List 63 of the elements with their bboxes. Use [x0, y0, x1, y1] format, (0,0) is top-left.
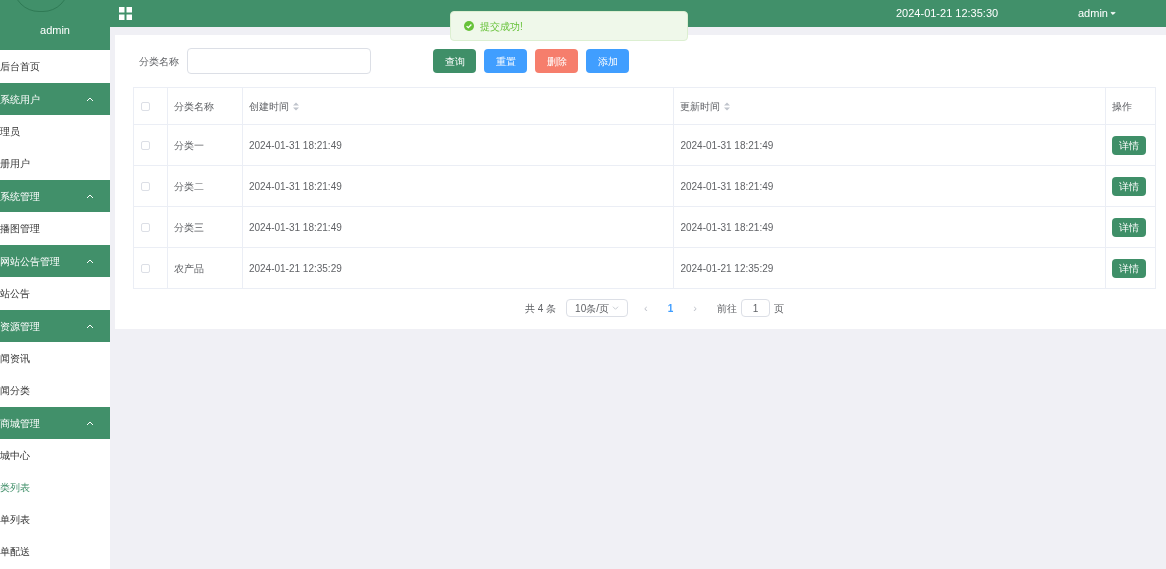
- search-field[interactable]: [187, 48, 371, 74]
- menu-group[interactable]: 系统管理: [0, 179, 110, 212]
- menu-item[interactable]: 单配送: [0, 535, 110, 567]
- action-button[interactable]: 查询: [433, 49, 476, 73]
- column-header[interactable]: 分类名称: [174, 98, 214, 114]
- grid-icon[interactable]: [119, 7, 132, 20]
- checkbox[interactable]: [141, 181, 150, 191]
- column-header[interactable]: 更新时间: [680, 98, 721, 114]
- field-label: 分类名称: [139, 54, 179, 69]
- table-cell: 2024-01-31 18:21:49: [248, 221, 342, 233]
- column-header[interactable]: 操作: [1111, 98, 1132, 114]
- caret-icon: [1109, 11, 1116, 16]
- menu-item[interactable]: 单列表: [0, 503, 110, 535]
- menu-item[interactable]: 播图管理: [0, 212, 110, 244]
- toast-message: 提交成功!: [480, 19, 523, 34]
- checkbox[interactable]: [141, 101, 150, 111]
- details-button[interactable]: 详情: [1111, 217, 1146, 237]
- table-cell: 农产品: [174, 262, 204, 274]
- table-cell: 2024-01-31 18:21:49: [680, 139, 774, 151]
- menu-item[interactable]: 册用户: [0, 147, 110, 179]
- page-number[interactable]: 1: [667, 300, 674, 316]
- menu-item[interactable]: 后台首页: [0, 50, 110, 82]
- table-cell: 分类三: [174, 221, 204, 233]
- action-button[interactable]: 重置: [484, 49, 527, 73]
- menu-group[interactable]: 资源管理: [0, 309, 110, 342]
- sort-icon[interactable]: [724, 101, 731, 111]
- menu-item[interactable]: 闻分类: [0, 374, 110, 406]
- menu-item[interactable]: 站公告: [0, 277, 110, 309]
- table-cell: 2024-01-21 12:35:29: [680, 262, 774, 274]
- menu-group[interactable]: 商城管理: [0, 406, 110, 439]
- details-button[interactable]: 详情: [1111, 135, 1146, 155]
- user-menu[interactable]: admin: [1078, 5, 1116, 22]
- details-button[interactable]: 详情: [1111, 258, 1146, 278]
- menu-item[interactable]: 理员: [0, 115, 110, 147]
- menu-item[interactable]: 闻资讯: [0, 342, 110, 374]
- table-cell: 2024-01-31 18:21:49: [248, 180, 342, 192]
- goto-label: 前往: [717, 301, 737, 316]
- menu-item[interactable]: 类列表: [0, 471, 110, 503]
- sort-icon[interactable]: [292, 101, 299, 111]
- action-button[interactable]: 添加: [586, 49, 629, 73]
- goto-suffix: 页: [774, 301, 784, 316]
- table-cell: 分类二: [174, 180, 204, 192]
- details-button[interactable]: 详情: [1111, 176, 1146, 196]
- table-cell: 2024-01-31 18:21:49: [248, 139, 342, 151]
- column-header[interactable]: 创建时间: [248, 98, 289, 114]
- checkbox[interactable]: [141, 263, 150, 273]
- menu-group[interactable]: 系统用户: [0, 82, 110, 115]
- user-name: admin: [40, 22, 70, 38]
- checkbox[interactable]: [141, 140, 150, 150]
- table-cell: 2024-01-31 18:21:49: [680, 180, 774, 192]
- table-cell: 2024-01-31 18:21:49: [680, 221, 774, 233]
- menu-group[interactable]: 网站公告管理: [0, 244, 110, 277]
- page-size-select[interactable]: 10条/页: [566, 299, 629, 317]
- checkbox[interactable]: [141, 222, 150, 232]
- table-cell: 2024-01-21 12:35:29: [248, 262, 342, 274]
- menu-item[interactable]: 城中心: [0, 439, 110, 471]
- table-cell: 分类一: [174, 139, 204, 151]
- total-count: 共 4 条: [525, 301, 557, 316]
- chevron-down-icon: [612, 305, 620, 311]
- date-time: 2024-01-21 12:35:30: [896, 6, 999, 22]
- action-button[interactable]: 删除: [535, 49, 578, 73]
- page-input[interactable]: 1: [741, 299, 770, 317]
- success-icon: [464, 21, 474, 31]
